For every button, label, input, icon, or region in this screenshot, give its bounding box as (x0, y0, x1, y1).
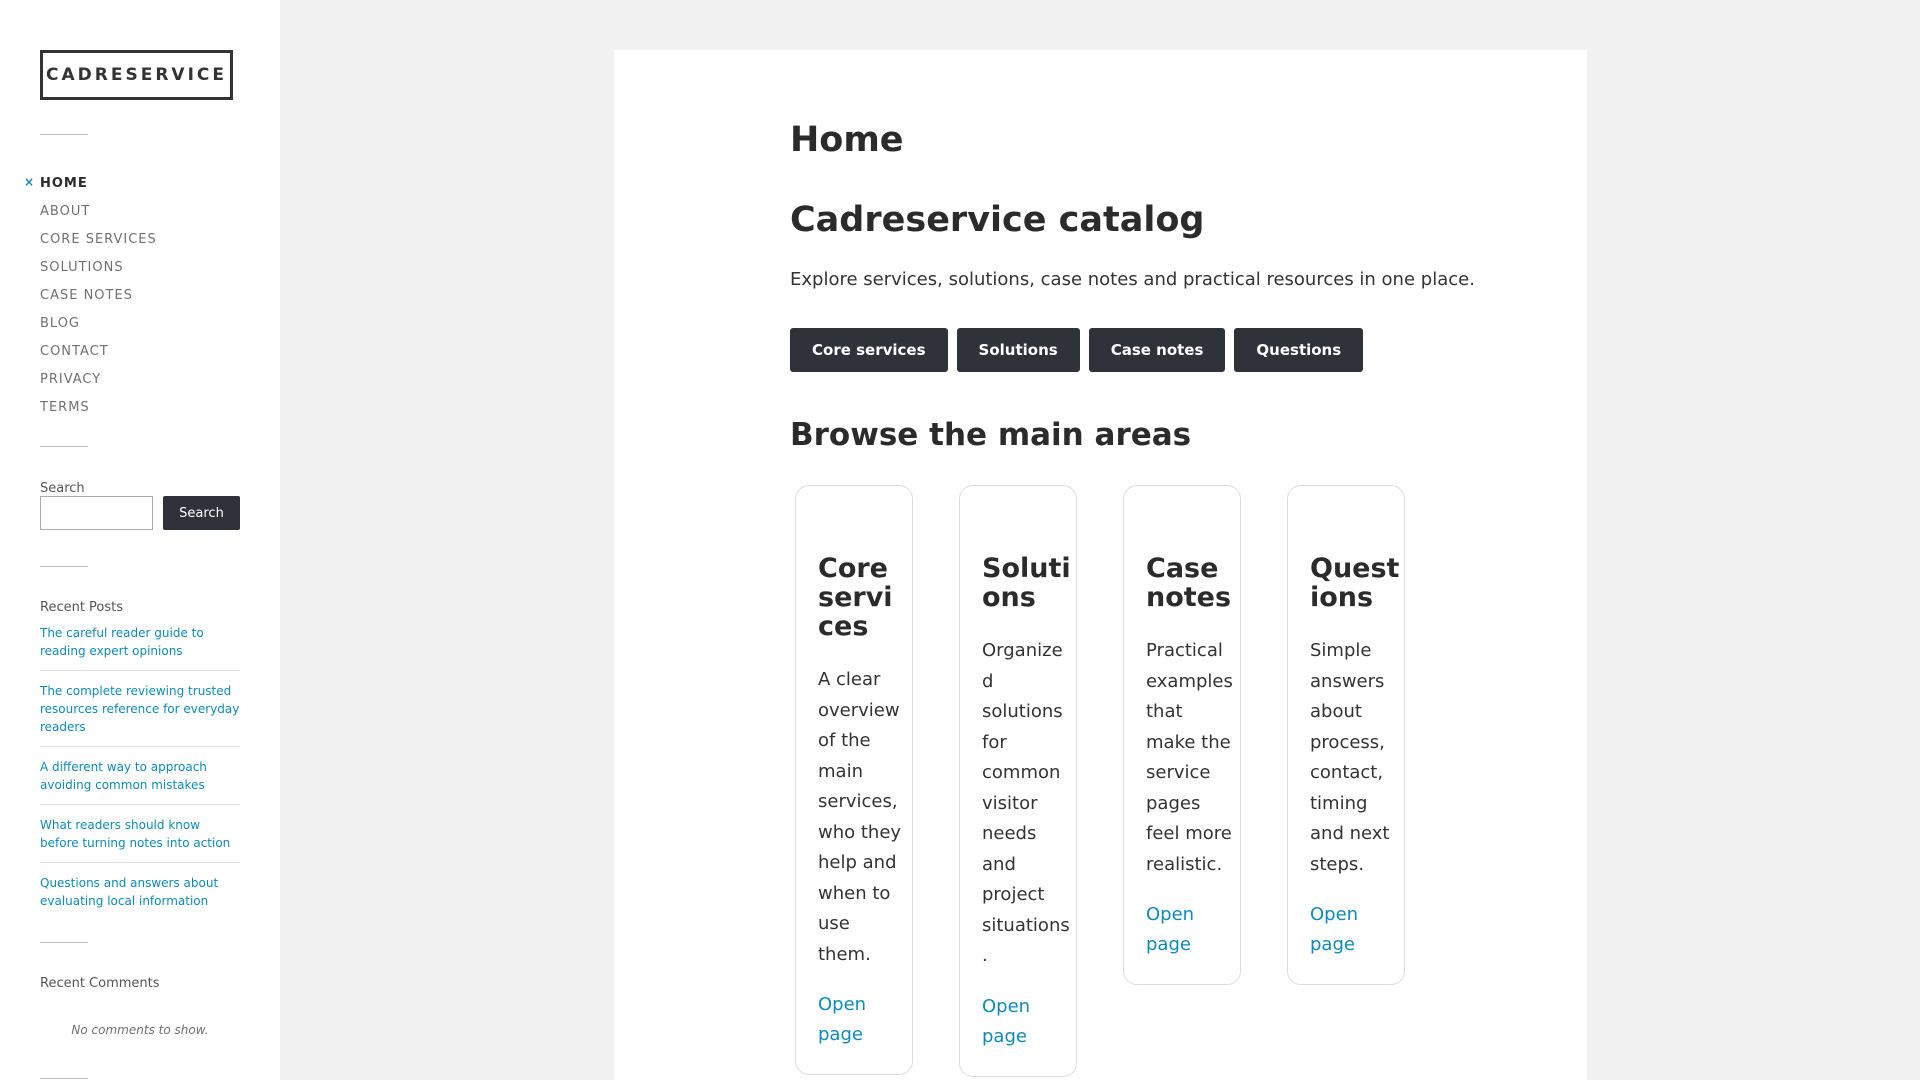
card-case-notes: Case notes Practical examples that make … (1123, 485, 1241, 985)
open-page-link[interactable]: Open page (982, 992, 1042, 1052)
sidebar: CADRESERVICE × HOME ABOUT CORE SERVICES … (0, 0, 280, 1080)
nav-item-label: CORE SERVICES (40, 231, 157, 247)
nav-item-label: CONTACT (40, 343, 109, 359)
browse-areas-heading: Browse the main areas (790, 417, 1192, 453)
recent-post-link[interactable]: A different way to approach avoiding com… (40, 756, 240, 805)
close-icon: × (24, 175, 36, 189)
open-page-link[interactable]: Open page (1310, 900, 1370, 960)
card-title: Solutions (982, 553, 1071, 613)
open-page-link[interactable]: Open page (1146, 900, 1206, 960)
catalog-heading: Cadreservice catalog (790, 200, 1205, 240)
nav-item-core-services[interactable]: CORE SERVICES (40, 225, 157, 253)
nav-item-contact[interactable]: CONTACT (40, 337, 157, 365)
card-core-services: Core services A clear overview of the ma… (795, 485, 913, 1075)
nav-item-home[interactable]: × HOME (24, 169, 157, 197)
card-title: Questions (1310, 553, 1400, 613)
nav-item-label: SOLUTIONS (40, 259, 124, 275)
site-title[interactable]: CADRESERVICE (40, 50, 233, 100)
solutions-button[interactable]: Solutions (956, 328, 1080, 372)
nav-item-label: BLOG (40, 315, 81, 331)
card-description: Practical examples that make the service… (1146, 640, 1233, 875)
sidebar-divider (40, 942, 88, 943)
open-page-link[interactable]: Open page (818, 990, 878, 1050)
questions-button[interactable]: Questions (1234, 328, 1364, 372)
nav-item-label: PRIVACY (40, 371, 102, 387)
card-description: A clear overview of the main services, w… (818, 669, 902, 965)
case-notes-button[interactable]: Case notes (1088, 328, 1226, 372)
card-solutions: Solutions Organized solutions for common… (959, 485, 1077, 1077)
nav-item-case-notes[interactable]: CASE NOTES (40, 281, 157, 309)
search-button[interactable]: Search (163, 496, 240, 530)
card-description: Organized solutions for common visitor n… (982, 640, 1070, 966)
main-navigation: × HOME ABOUT CORE SERVICES SOLUTIONS CAS… (24, 169, 157, 421)
card-questions: Questions Simple answers about process, … (1287, 485, 1405, 985)
sidebar-divider (40, 134, 88, 135)
nav-item-terms[interactable]: TERMS (40, 393, 157, 421)
card-description: Simple answers about process, contact, t… (1310, 640, 1390, 875)
recent-post-link[interactable]: What readers should know before turning … (40, 814, 240, 863)
nav-item-label: ABOUT (40, 203, 91, 219)
recent-post-link[interactable]: The complete reviewing trusted resources… (40, 680, 240, 747)
recent-post-link[interactable]: The careful reader guide to reading expe… (40, 622, 240, 671)
recent-posts-title: Recent Posts (40, 600, 124, 615)
intro-text: Explore services, solutions, case notes … (790, 269, 1475, 290)
nav-item-label: TERMS (40, 399, 90, 415)
card-title: Core services (818, 553, 893, 642)
sidebar-divider (40, 566, 88, 567)
page-title: Home (790, 120, 904, 160)
recent-post-link[interactable]: Questions and answers about evaluating l… (40, 872, 240, 920)
no-comments-text: No comments to show. (71, 1023, 209, 1037)
nav-item-label: CASE NOTES (40, 287, 133, 303)
sidebar-divider (40, 1078, 88, 1079)
search-input[interactable] (40, 496, 153, 530)
core-services-button[interactable]: Core services (790, 328, 948, 372)
search-label: Search (40, 481, 85, 496)
main-article: Home Cadreservice catalog Explore servic… (614, 50, 1587, 1080)
nav-item-about[interactable]: ABOUT (40, 197, 157, 225)
nav-item-privacy[interactable]: PRIVACY (40, 365, 157, 393)
card-title: Case notes (1146, 553, 1232, 613)
nav-item-blog[interactable]: BLOG (40, 309, 157, 337)
sidebar-divider (40, 446, 88, 447)
recent-posts-list: The careful reader guide to reading expe… (40, 622, 240, 929)
nav-item-solutions[interactable]: SOLUTIONS (40, 253, 157, 281)
nav-item-label: HOME (40, 175, 88, 191)
quick-links: Core services Solutions Case notes Quest… (790, 328, 1372, 372)
recent-comments-title: Recent Comments (40, 976, 160, 991)
